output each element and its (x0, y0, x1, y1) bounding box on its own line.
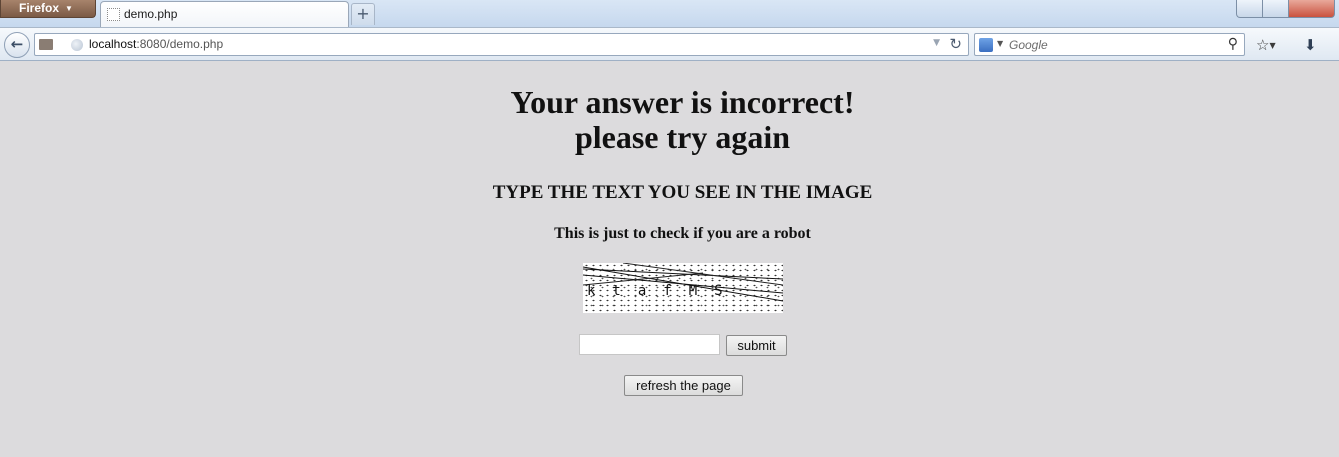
chevron-down-icon: ▼ (1269, 41, 1276, 50)
bookmark-star-icon: ☆ (1256, 36, 1270, 54)
download-button[interactable]: ⬇ (1304, 36, 1317, 54)
captcha-image: ktafMS (583, 263, 783, 313)
browser-tab[interactable]: demo.php (100, 1, 349, 27)
back-button[interactable]: ← (4, 32, 30, 58)
captcha-answer-input[interactable] (579, 334, 720, 355)
firefox-menu-label: Firefox (19, 1, 60, 15)
heading-line-2: please try again (574, 119, 791, 156)
bookmarks-calendar-icon[interactable] (39, 39, 53, 50)
heading-line-1: Your answer is incorrect! (510, 84, 855, 120)
page-icon (107, 8, 120, 21)
captcha-text: ktafMS (587, 283, 740, 299)
browser-titlebar: Firefox ▼ demo.php + (0, 0, 1339, 27)
submit-button[interactable]: submit (726, 335, 787, 356)
page-content: Your answer is incorrect! please try aga… (0, 62, 1339, 457)
globe-icon (71, 39, 83, 51)
tab-title: demo.php (124, 7, 178, 21)
url-path: :8080/demo.php (136, 37, 224, 51)
download-arrow-icon: ⬇ (1304, 36, 1317, 54)
firefox-menu-button[interactable]: Firefox ▼ (0, 0, 96, 18)
chevron-down-icon: ▼ (65, 4, 73, 13)
bookmarks-menu-button[interactable]: ☆▼ (1256, 36, 1276, 54)
url-text[interactable]: localhost:8080/demo.php (89, 37, 223, 51)
search-bar: ▼ ⚲ (974, 33, 1245, 56)
new-tab-button[interactable]: + (351, 3, 375, 25)
google-engine-icon[interactable] (979, 38, 993, 52)
engine-dropdown-icon[interactable]: ▼ (997, 39, 1003, 48)
robot-check-text: This is just to check if you are a robot (554, 225, 811, 242)
url-dropdown-icon[interactable]: ▼ (933, 38, 940, 48)
window-controls (1236, 0, 1335, 18)
search-icon[interactable]: ⚲ (1228, 36, 1238, 52)
refresh-page-button[interactable]: refresh the page (624, 375, 743, 396)
url-host: localhost (89, 37, 137, 51)
back-arrow-icon: ← (10, 35, 24, 53)
result-heading: Your answer is incorrect! please try aga… (0, 84, 1339, 156)
instruction-text: TYPE THE TEXT YOU SEE IN THE IMAGE (492, 182, 873, 203)
maximize-button[interactable] (1262, 0, 1289, 18)
reload-icon[interactable]: ↻ (949, 35, 962, 53)
url-bar[interactable]: localhost:8080/demo.php ▼ ↻ (34, 33, 969, 56)
search-input[interactable] (1009, 36, 1209, 53)
navigation-toolbar: ← localhost:8080/demo.php ▼ ↻ ▼ ⚲ ☆▼ ⬇ (0, 27, 1339, 61)
minimize-button[interactable] (1236, 0, 1263, 18)
close-window-button[interactable] (1288, 0, 1335, 18)
